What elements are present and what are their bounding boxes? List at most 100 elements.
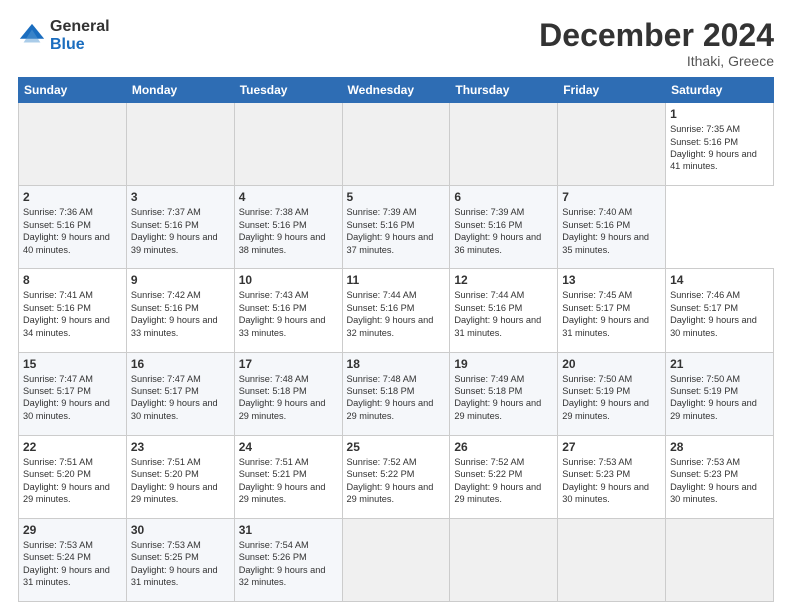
location: Ithaki, Greece bbox=[539, 53, 774, 69]
calendar-day-cell: 5 Sunrise: 7:39 AMSunset: 5:16 PMDaylight… bbox=[342, 186, 450, 269]
day-info: Sunrise: 7:53 AMSunset: 5:23 PMDaylight:… bbox=[670, 456, 769, 506]
calendar-day-cell: 2 Sunrise: 7:36 AMSunset: 5:16 PMDaylight… bbox=[19, 186, 127, 269]
day-number: 19 bbox=[454, 357, 553, 371]
page: General Blue December 2024 Ithaki, Greec… bbox=[0, 0, 792, 612]
day-info: Sunrise: 7:48 AMSunset: 5:18 PMDaylight:… bbox=[347, 373, 446, 423]
calendar-day-cell: 11 Sunrise: 7:44 AMSunset: 5:16 PMDayligh… bbox=[342, 269, 450, 352]
day-number: 7 bbox=[562, 190, 661, 204]
calendar-day-cell: 19 Sunrise: 7:49 AMSunset: 5:18 PMDayligh… bbox=[450, 352, 558, 435]
calendar-day-cell: 28 Sunrise: 7:53 AMSunset: 5:23 PMDayligh… bbox=[666, 435, 774, 518]
day-info: Sunrise: 7:40 AMSunset: 5:16 PMDaylight:… bbox=[562, 206, 661, 256]
day-info: Sunrise: 7:47 AMSunset: 5:17 PMDaylight:… bbox=[23, 373, 122, 423]
calendar-day-cell: 6Sunrise: 7:39 AMSunset: 5:16 PMDaylight… bbox=[450, 186, 558, 269]
day-number: 11 bbox=[347, 273, 446, 287]
calendar-day-cell bbox=[666, 518, 774, 601]
calendar-day-cell: 22 Sunrise: 7:51 AMSunset: 5:20 PMDayligh… bbox=[19, 435, 127, 518]
calendar-day-cell: 1 Sunrise: 7:35 AMSunset: 5:16 PMDaylight… bbox=[666, 103, 774, 186]
day-info: Sunrise: 7:53 AMSunset: 5:25 PMDaylight:… bbox=[131, 539, 230, 589]
day-info: Sunrise: 7:53 AMSunset: 5:24 PMDaylight:… bbox=[23, 539, 122, 589]
calendar-day-cell: 30Sunrise: 7:53 AMSunset: 5:25 PMDayligh… bbox=[126, 518, 234, 601]
calendar-week-row: 8Sunrise: 7:41 AMSunset: 5:16 PMDaylight… bbox=[19, 269, 774, 352]
day-number: 20 bbox=[562, 357, 661, 371]
day-info: Sunrise: 7:54 AMSunset: 5:26 PMDaylight:… bbox=[239, 539, 338, 589]
logo-text: General Blue bbox=[50, 18, 110, 53]
day-info: Sunrise: 7:37 AMSunset: 5:16 PMDaylight:… bbox=[131, 206, 230, 256]
day-number: 18 bbox=[347, 357, 446, 371]
calendar-week-row: 2 Sunrise: 7:36 AMSunset: 5:16 PMDaylight… bbox=[19, 186, 774, 269]
calendar-day-cell: 27Sunrise: 7:53 AMSunset: 5:23 PMDayligh… bbox=[558, 435, 666, 518]
day-number: 10 bbox=[239, 273, 338, 287]
calendar-day-cell: 15 Sunrise: 7:47 AMSunset: 5:17 PMDayligh… bbox=[19, 352, 127, 435]
calendar-day-cell: 26Sunrise: 7:52 AMSunset: 5:22 PMDayligh… bbox=[450, 435, 558, 518]
calendar-day-cell: 8Sunrise: 7:41 AMSunset: 5:16 PMDaylight… bbox=[19, 269, 127, 352]
calendar-day-cell: 4Sunrise: 7:38 AMSunset: 5:16 PMDaylight… bbox=[234, 186, 342, 269]
calendar-day-cell: 14 Sunrise: 7:46 AMSunset: 5:17 PMDayligh… bbox=[666, 269, 774, 352]
day-info: Sunrise: 7:51 AMSunset: 5:21 PMDaylight:… bbox=[239, 456, 338, 506]
day-info: Sunrise: 7:46 AMSunset: 5:17 PMDaylight:… bbox=[670, 289, 769, 339]
day-number: 15 bbox=[23, 357, 122, 371]
calendar-day-cell bbox=[126, 103, 234, 186]
logo-icon bbox=[18, 22, 46, 50]
day-info: Sunrise: 7:52 AMSunset: 5:22 PMDaylight:… bbox=[454, 456, 553, 506]
title-block: December 2024 Ithaki, Greece bbox=[539, 18, 774, 69]
calendar-week-row: 15 Sunrise: 7:47 AMSunset: 5:17 PMDayligh… bbox=[19, 352, 774, 435]
calendar-week-row: 29 Sunrise: 7:53 AMSunset: 5:24 PMDayligh… bbox=[19, 518, 774, 601]
calendar-day-cell: 12Sunrise: 7:44 AMSunset: 5:16 PMDayligh… bbox=[450, 269, 558, 352]
day-number: 17 bbox=[239, 357, 338, 371]
calendar-day-cell bbox=[450, 103, 558, 186]
calendar-header-cell: Monday bbox=[126, 78, 234, 103]
day-info: Sunrise: 7:36 AMSunset: 5:16 PMDaylight:… bbox=[23, 206, 122, 256]
day-number: 22 bbox=[23, 440, 122, 454]
day-info: Sunrise: 7:43 AMSunset: 5:16 PMDaylight:… bbox=[239, 289, 338, 339]
day-number: 24 bbox=[239, 440, 338, 454]
calendar-day-cell: 7 Sunrise: 7:40 AMSunset: 5:16 PMDaylight… bbox=[558, 186, 666, 269]
calendar-week-row: 1 Sunrise: 7:35 AMSunset: 5:16 PMDaylight… bbox=[19, 103, 774, 186]
calendar-header-cell: Wednesday bbox=[342, 78, 450, 103]
day-number: 23 bbox=[131, 440, 230, 454]
calendar-header-cell: Saturday bbox=[666, 78, 774, 103]
calendar-day-cell bbox=[558, 103, 666, 186]
logo: General Blue bbox=[18, 18, 110, 53]
day-info: Sunrise: 7:50 AMSunset: 5:19 PMDaylight:… bbox=[670, 373, 769, 423]
day-info: Sunrise: 7:35 AMSunset: 5:16 PMDaylight:… bbox=[670, 123, 769, 173]
day-number: 29 bbox=[23, 523, 122, 537]
calendar-header-cell: Sunday bbox=[19, 78, 127, 103]
day-info: Sunrise: 7:51 AMSunset: 5:20 PMDaylight:… bbox=[131, 456, 230, 506]
day-info: Sunrise: 7:39 AMSunset: 5:16 PMDaylight:… bbox=[347, 206, 446, 256]
calendar-day-cell: 23 Sunrise: 7:51 AMSunset: 5:20 PMDayligh… bbox=[126, 435, 234, 518]
day-number: 1 bbox=[670, 107, 769, 121]
day-number: 14 bbox=[670, 273, 769, 287]
calendar-day-cell bbox=[450, 518, 558, 601]
calendar-day-cell: 10 Sunrise: 7:43 AMSunset: 5:16 PMDayligh… bbox=[234, 269, 342, 352]
day-info: Sunrise: 7:44 AMSunset: 5:16 PMDaylight:… bbox=[347, 289, 446, 339]
day-number: 2 bbox=[23, 190, 122, 204]
day-info: Sunrise: 7:50 AMSunset: 5:19 PMDaylight:… bbox=[562, 373, 661, 423]
calendar-day-cell: 9Sunrise: 7:42 AMSunset: 5:16 PMDaylight… bbox=[126, 269, 234, 352]
day-info: Sunrise: 7:51 AMSunset: 5:20 PMDaylight:… bbox=[23, 456, 122, 506]
month-title: December 2024 bbox=[539, 18, 774, 53]
logo-general: General bbox=[50, 18, 110, 36]
calendar-day-cell: 29 Sunrise: 7:53 AMSunset: 5:24 PMDayligh… bbox=[19, 518, 127, 601]
calendar-header-cell: Thursday bbox=[450, 78, 558, 103]
day-info: Sunrise: 7:48 AMSunset: 5:18 PMDaylight:… bbox=[239, 373, 338, 423]
day-info: Sunrise: 7:49 AMSunset: 5:18 PMDaylight:… bbox=[454, 373, 553, 423]
day-info: Sunrise: 7:44 AMSunset: 5:16 PMDaylight:… bbox=[454, 289, 553, 339]
day-number: 5 bbox=[347, 190, 446, 204]
day-number: 28 bbox=[670, 440, 769, 454]
day-info: Sunrise: 7:42 AMSunset: 5:16 PMDaylight:… bbox=[131, 289, 230, 339]
day-number: 25 bbox=[347, 440, 446, 454]
header: General Blue December 2024 Ithaki, Greec… bbox=[18, 18, 774, 69]
calendar-day-cell: 21Sunrise: 7:50 AMSunset: 5:19 PMDayligh… bbox=[666, 352, 774, 435]
day-number: 3 bbox=[131, 190, 230, 204]
calendar-day-cell bbox=[19, 103, 127, 186]
calendar-day-cell: 17 Sunrise: 7:48 AMSunset: 5:18 PMDayligh… bbox=[234, 352, 342, 435]
calendar-day-cell: 24 Sunrise: 7:51 AMSunset: 5:21 PMDayligh… bbox=[234, 435, 342, 518]
calendar-day-cell bbox=[342, 518, 450, 601]
day-info: Sunrise: 7:53 AMSunset: 5:23 PMDaylight:… bbox=[562, 456, 661, 506]
calendar-day-cell: 13Sunrise: 7:45 AMSunset: 5:17 PMDayligh… bbox=[558, 269, 666, 352]
calendar-day-cell bbox=[558, 518, 666, 601]
calendar-day-cell: 16Sunrise: 7:47 AMSunset: 5:17 PMDayligh… bbox=[126, 352, 234, 435]
day-number: 31 bbox=[239, 523, 338, 537]
calendar-week-row: 22 Sunrise: 7:51 AMSunset: 5:20 PMDayligh… bbox=[19, 435, 774, 518]
day-info: Sunrise: 7:45 AMSunset: 5:17 PMDaylight:… bbox=[562, 289, 661, 339]
